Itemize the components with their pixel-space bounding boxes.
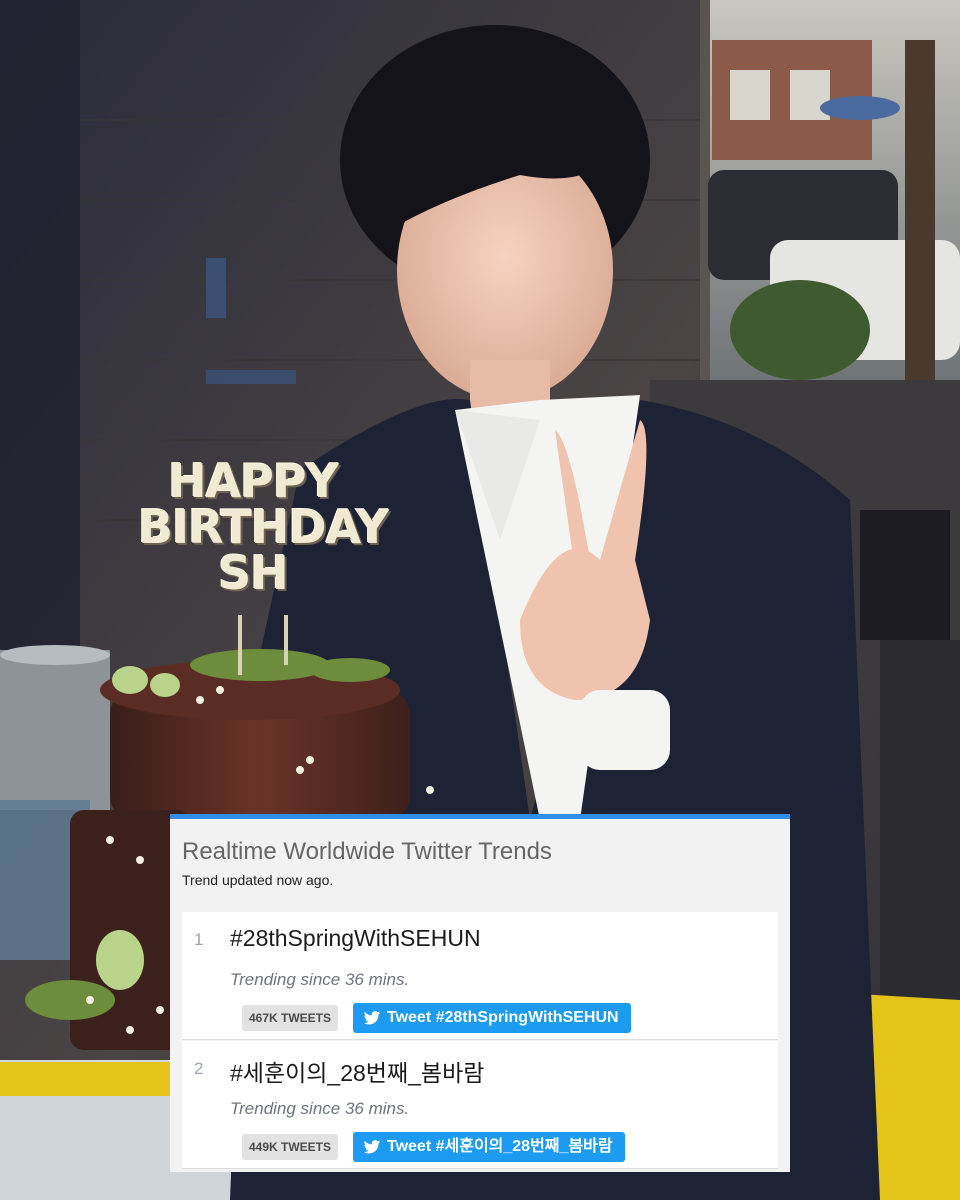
tweet-count-badge: 449K TWEETS — [242, 1134, 339, 1160]
twitter-bird-icon — [363, 1011, 381, 1025]
trend-since: Trending since 36 mins. — [230, 970, 410, 989]
trend-item: 2 #세훈이의_28번째_봄바람 Trending since 36 mins.… — [182, 1041, 778, 1169]
tweet-button-label: Tweet #세훈이의_28번째_봄바람 — [387, 1138, 613, 1155]
tweet-hashtag-button[interactable]: Tweet #28thSpringWithSEHUN — [353, 1003, 631, 1033]
trend-since: Trending since 36 mins. — [230, 1099, 410, 1118]
trend-rank: 1 — [194, 930, 204, 949]
trends-widget: Realtime Worldwide Twitter Trends Trend … — [170, 814, 790, 1172]
trend-item: 1 #28thSpringWithSEHUN Trending since 36… — [182, 912, 778, 1040]
trend-hashtag[interactable]: #28thSpringWithSEHUN — [230, 925, 481, 952]
cake-topper-line: SH — [218, 546, 289, 600]
tweet-button-label: Tweet #28thSpringWithSEHUN — [387, 1009, 619, 1026]
cake-topper-line: HAPPY — [168, 454, 339, 508]
cake-topper-line: BIRTHDAY — [138, 500, 389, 554]
tweet-hashtag-button[interactable]: Tweet #세훈이의_28번째_봄바람 — [353, 1132, 625, 1162]
widget-title: Realtime Worldwide Twitter Trends — [182, 838, 552, 865]
update-status: Trend updated now ago. — [182, 872, 334, 888]
tweet-count-badge: 467K TWEETS — [242, 1005, 339, 1031]
cake-topper-text: HAPPY BIRTHDAY SH — [138, 454, 389, 600]
trend-hashtag[interactable]: #세훈이의_28번째_봄바람 — [230, 1054, 484, 1088]
twitter-bird-icon — [363, 1140, 381, 1154]
trend-rank: 2 — [194, 1059, 204, 1078]
